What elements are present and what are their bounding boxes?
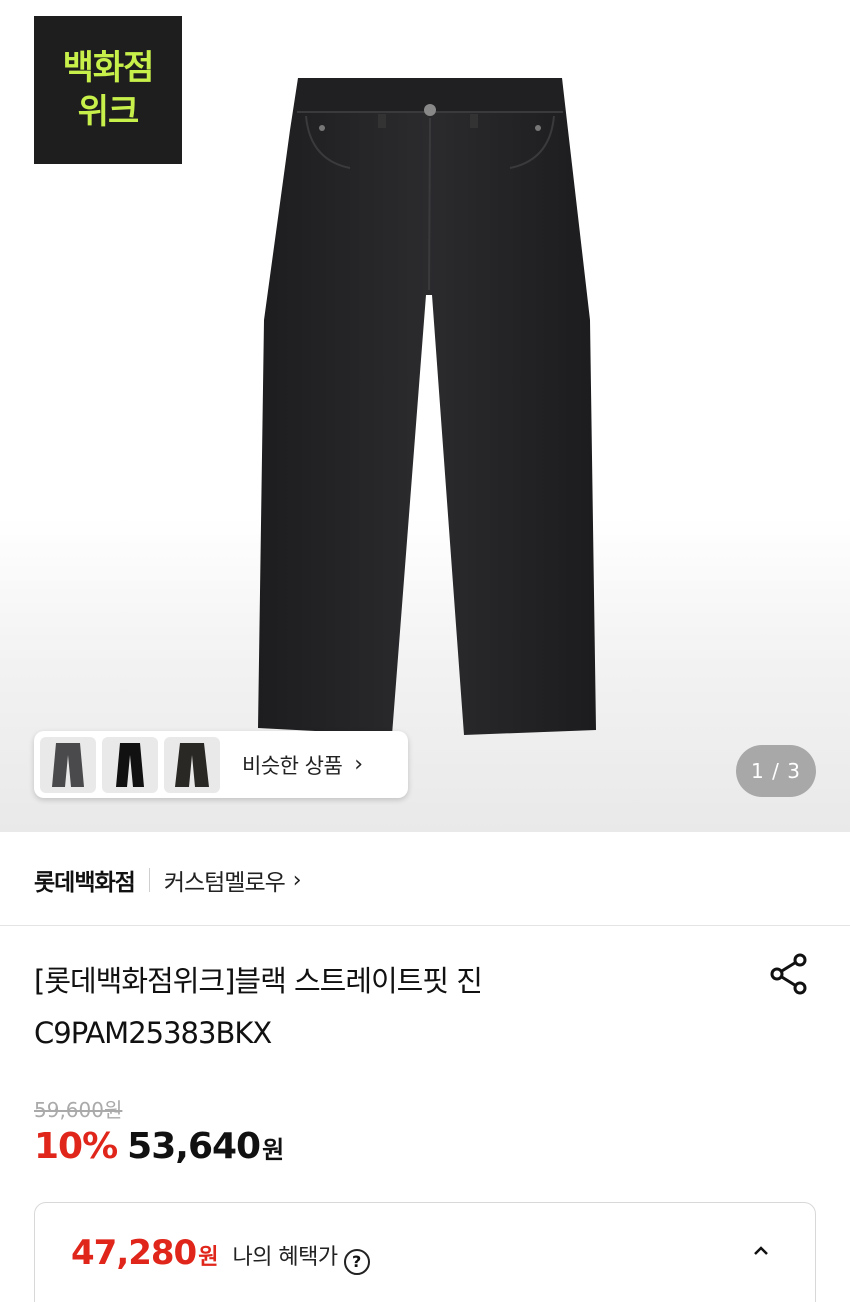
- badge-line2: 위크: [77, 92, 140, 132]
- jeans-thumb-icon: [116, 742, 144, 787]
- product-title-line1: [롯데백화점위크]블랙 스트레이트핏 진: [34, 964, 483, 998]
- original-price: 59,600원: [34, 1098, 123, 1122]
- price-row: 10% 53,640 원: [34, 1126, 284, 1167]
- chevron-right-icon: ›: [354, 752, 364, 777]
- similar-thumb-1[interactable]: [40, 736, 96, 793]
- sale-currency: 원: [262, 1136, 285, 1164]
- brand-link[interactable]: 커스텀멜로우: [164, 863, 286, 897]
- product-title: [롯데백화점위크]블랙 스트레이트핏 진 C9PAM25383BKX: [34, 955, 734, 1059]
- section-divider: [0, 925, 850, 926]
- benefit-currency: 원: [198, 1245, 219, 1270]
- store-name[interactable]: 롯데백화점: [34, 863, 136, 897]
- help-icon[interactable]: ?: [343, 1248, 370, 1275]
- benefit-price: 47,280: [71, 1233, 197, 1273]
- jeans-thumb-icon: [175, 742, 209, 787]
- similar-products-label: 비슷한 상품: [242, 753, 343, 778]
- similar-thumb-3[interactable]: [164, 736, 220, 793]
- brand-separator: [148, 868, 150, 892]
- chevron-right-icon: ›: [292, 867, 302, 893]
- department-week-badge: 백화점 위크: [34, 16, 182, 164]
- discount-rate: 10%: [34, 1126, 118, 1167]
- badge-line1: 백화점: [62, 48, 155, 88]
- product-image-gallery[interactable]: 백화점 위크 비슷한 상품 › 1 / 3: [0, 0, 850, 832]
- chevron-up-icon[interactable]: [749, 1239, 773, 1263]
- sale-price: 53,640: [127, 1126, 261, 1167]
- brand-row: 롯데백화점 커스텀멜로우 ›: [34, 860, 302, 900]
- jeans-thumb-icon: [52, 742, 84, 787]
- benefit-label: 나의 혜택가: [232, 1245, 338, 1270]
- product-title-line2: C9PAM25383BKX: [34, 1016, 272, 1050]
- image-counter: 1 / 3: [736, 745, 816, 797]
- benefit-price-panel[interactable]: 47,280 원 나의 혜택가 ?: [34, 1202, 816, 1302]
- similar-thumb-2[interactable]: [102, 736, 158, 793]
- benefit-row: 47,280 원 나의 혜택가 ?: [71, 1233, 370, 1275]
- product-image-jeans: [258, 78, 596, 735]
- share-icon[interactable]: [768, 952, 812, 996]
- similar-products-button[interactable]: 비슷한 상품 ›: [34, 731, 408, 798]
